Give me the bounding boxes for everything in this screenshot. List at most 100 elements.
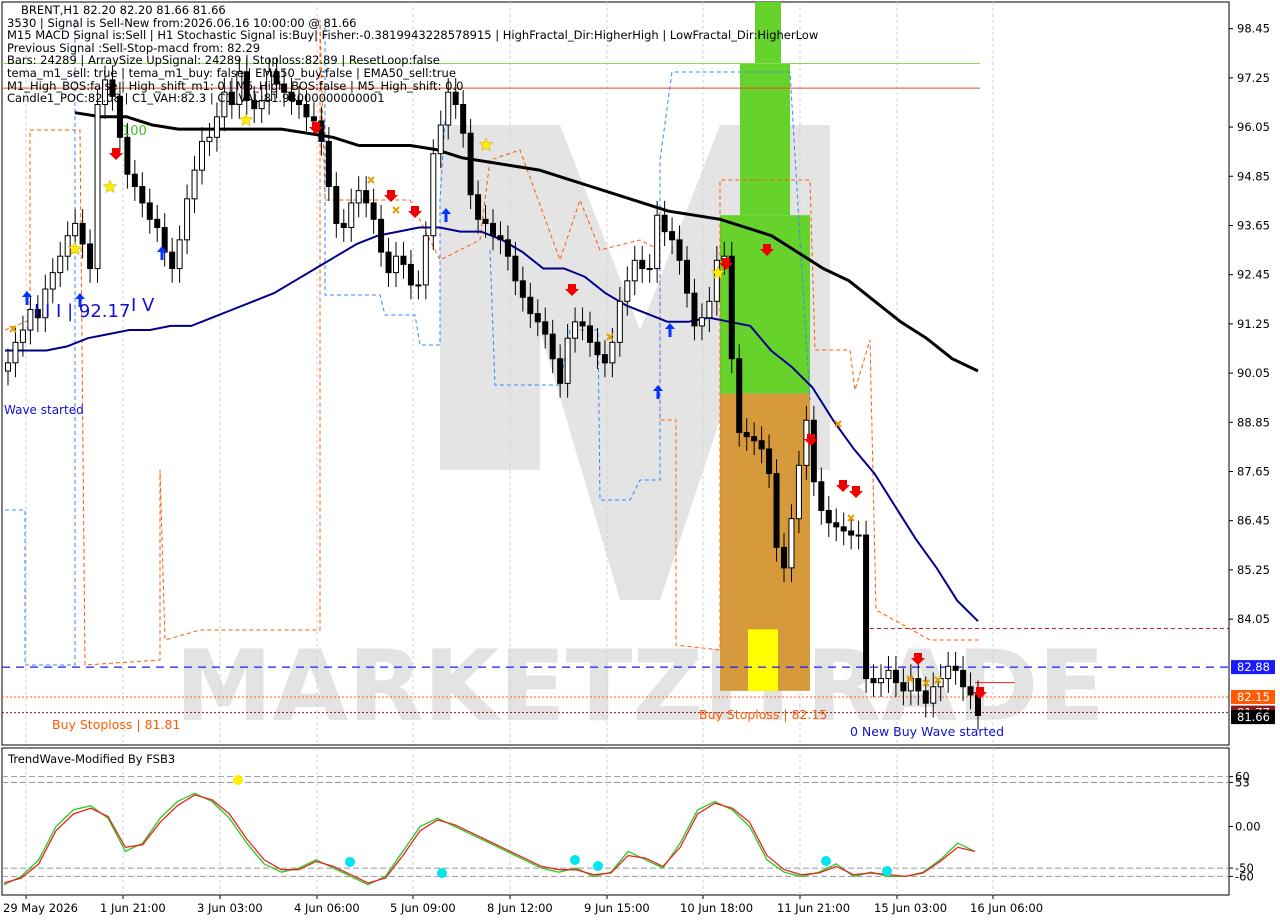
y-tick-label: 92.45 — [1237, 268, 1270, 282]
candle-body — [691, 292, 698, 327]
candle-body — [303, 104, 310, 118]
indicator-pane — [1, 747, 1230, 896]
candle-body — [310, 116, 317, 122]
candle-body — [206, 136, 213, 142]
candle-body — [363, 190, 370, 204]
candle-body — [788, 518, 795, 569]
candle-body — [646, 268, 653, 271]
candle-body — [833, 522, 840, 528]
osc-dot — [593, 861, 603, 871]
candle-body — [639, 259, 646, 270]
yellow-box — [748, 629, 778, 691]
candle-body — [154, 218, 161, 229]
x-tick-label: 29 May 2026 — [3, 901, 78, 915]
candle-body — [669, 231, 676, 241]
candle-body — [795, 464, 802, 520]
candle-body — [497, 235, 504, 241]
candle-body — [684, 259, 690, 294]
candle-body — [325, 140, 332, 188]
info-panel: BRENT,H1 82.20 82.20 81.66 81.66 3530 | … — [7, 4, 818, 105]
candle-body — [698, 317, 705, 327]
osc-dot — [821, 856, 831, 866]
candle-body — [631, 259, 638, 282]
x-tick-label: 5 Jun 09:00 — [390, 901, 456, 915]
candle-body — [900, 682, 907, 692]
candle-body — [340, 222, 347, 229]
osc-dot — [437, 868, 447, 878]
candle-body — [549, 333, 556, 360]
candle-body — [213, 116, 220, 138]
candle-body — [176, 239, 183, 270]
candle-body — [609, 341, 616, 364]
chart-canvas: MARKETZITRADE 98.4597.2596.0594.8593.659… — [1, 1, 1275, 915]
candle-body — [579, 321, 586, 327]
candle-body — [706, 300, 713, 319]
candle-body — [527, 296, 534, 315]
y-tick-label: 98.45 — [1237, 22, 1270, 36]
candle-body — [840, 526, 847, 532]
candle-body — [676, 239, 683, 261]
candle-body — [766, 448, 773, 475]
y-tick-label: 86.45 — [1237, 514, 1270, 528]
candle-body — [415, 284, 422, 287]
x-tick-label: 4 Jun 06:00 — [294, 901, 360, 915]
wave-started-label: Wave started — [4, 403, 84, 417]
candle-body — [348, 202, 355, 229]
candle-body — [892, 669, 899, 684]
osc-tick-label: -60 — [1235, 869, 1254, 883]
y-tick-label: 85.25 — [1237, 563, 1270, 577]
candle-body — [191, 169, 198, 200]
price-tag-label: 82.88 — [1237, 660, 1270, 674]
candle-body — [751, 436, 758, 442]
info-line: Candle1_POC:82.08 | C1_VAH:82.3 | C1_VAL… — [7, 91, 385, 106]
x-tick-label: 8 Jun 12:00 — [487, 901, 553, 915]
y-tick-label: 87.65 — [1237, 465, 1270, 479]
candle-body — [915, 678, 922, 692]
y-tick-label: 90.05 — [1237, 366, 1270, 380]
candle-body — [333, 186, 340, 224]
candle-body — [504, 239, 511, 257]
candle-body — [878, 678, 884, 684]
x-tick-label: 10 Jun 18:00 — [680, 901, 753, 915]
indicator-title: TrendWave-Modified By FSB3 — [8, 752, 176, 766]
osc-tick-label: 0.00 — [1235, 820, 1261, 834]
candle-body — [393, 255, 399, 274]
candle-body — [5, 362, 11, 372]
candle-body — [184, 198, 191, 241]
candle-body — [960, 669, 967, 688]
candle-body — [146, 202, 153, 220]
candle-body — [922, 690, 929, 704]
osc-dot — [570, 855, 580, 865]
candle-body — [781, 546, 787, 569]
y-tick-label: 96.05 — [1237, 120, 1270, 134]
candle-body — [848, 530, 855, 536]
y-tick-label: 84.05 — [1237, 612, 1270, 626]
candle-body — [773, 473, 780, 548]
candle-body — [818, 481, 825, 511]
y-tick-label: 91.25 — [1237, 317, 1270, 331]
candle-body — [825, 509, 832, 524]
time-axis: 29 May 2026 1 Jun 21:00 3 Jun 03:00 4 Jun 0… — [3, 895, 1043, 915]
candle-body — [19, 329, 26, 343]
wave-iv-label: I V — [131, 295, 155, 316]
price-tag-label: 81.66 — [1237, 710, 1270, 724]
osc-dot — [882, 866, 892, 876]
candle-body — [624, 280, 631, 302]
info-line: tema_m1_sell: true | tema_m1_buy: false … — [7, 65, 456, 80]
level-100-label: 100 — [122, 124, 147, 139]
candle-body — [430, 153, 437, 237]
candle-body — [564, 337, 571, 384]
candle-body — [885, 669, 892, 680]
candle-body — [572, 321, 579, 339]
buy-stoploss-left: Buy Stoploss | 81.81 — [52, 717, 180, 732]
candle-body — [460, 104, 467, 134]
candle-body — [199, 140, 205, 171]
candle-body — [601, 354, 608, 364]
info-line: M15 MACD Signal is:Sell | H1 Stochastic … — [7, 28, 819, 43]
candle-body — [482, 218, 489, 224]
candle-body — [131, 173, 138, 188]
x-tick-label: 3 Jun 03:00 — [197, 901, 263, 915]
y-tick-label: 94.85 — [1237, 169, 1270, 183]
candle-body — [945, 665, 952, 680]
candle-body — [870, 678, 877, 684]
